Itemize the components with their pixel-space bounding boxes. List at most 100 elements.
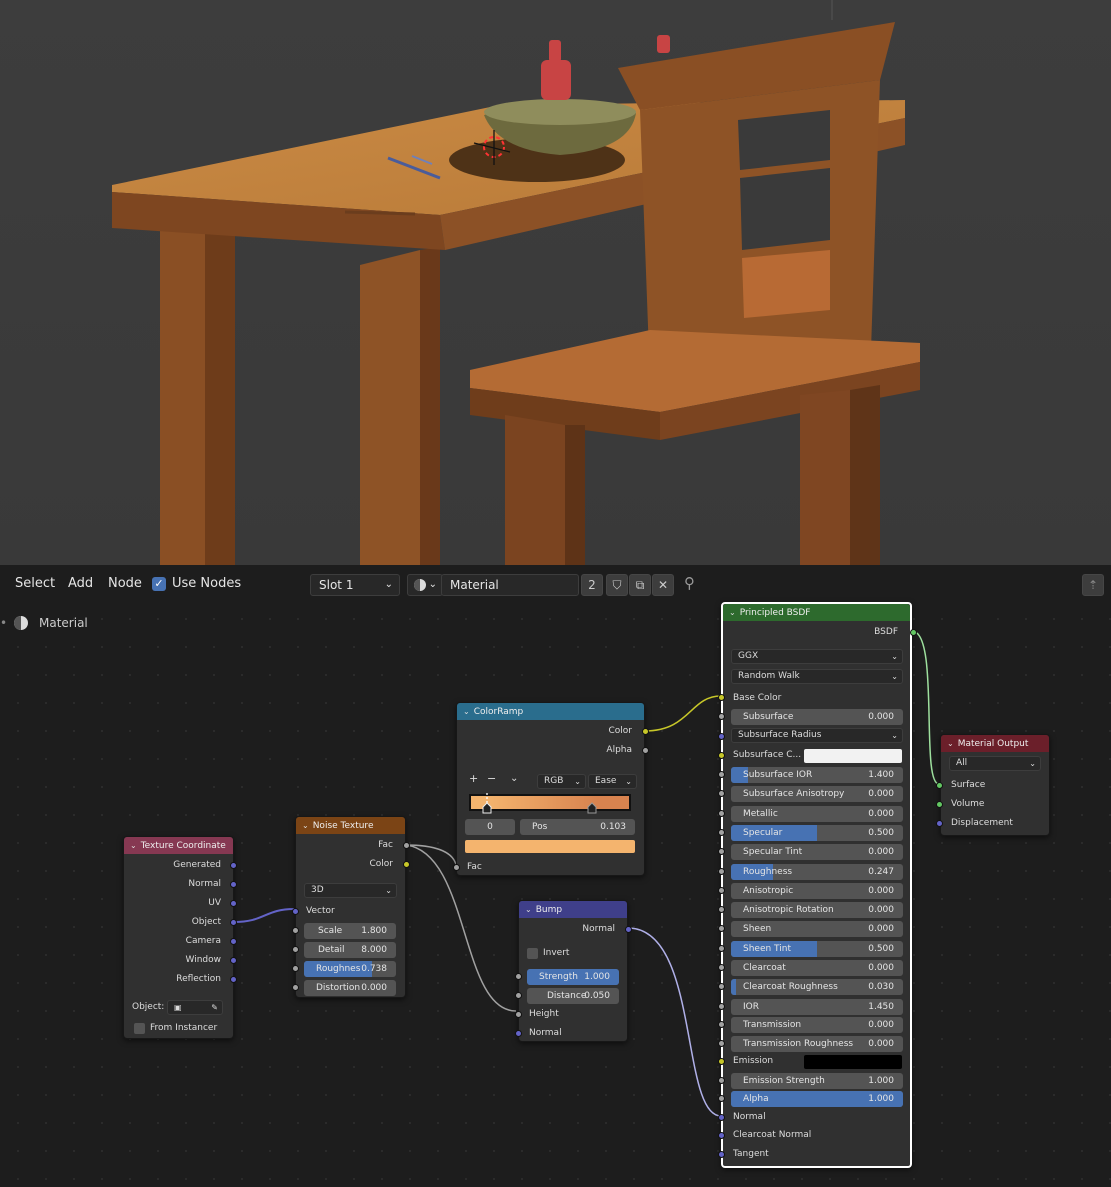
clearcoat-roughness-field[interactable]: Clearcoat Roughness 0.030 — [731, 979, 903, 995]
transmission-roughness-field[interactable]: Transmission Roughness 0.000 — [731, 1036, 903, 1052]
collapse-chevron-icon[interactable]: ⌄ — [130, 837, 137, 854]
node-header[interactable]: ⌄ Principled BSDF — [723, 604, 910, 621]
socket-strength[interactable] — [515, 973, 522, 980]
socket-scale[interactable] — [292, 927, 299, 934]
add-stop-icon[interactable]: + — [469, 771, 478, 787]
distance-field[interactable]: Distance 0.050 — [527, 988, 619, 1004]
bump-node[interactable]: ⌄ Bump Normal Invert Strength 1.000 Distan… — [515, 900, 632, 1042]
socket-height[interactable] — [515, 1011, 522, 1018]
socket-sheen[interactable] — [718, 925, 725, 932]
subsurface-color-swatch[interactable] — [804, 749, 902, 763]
interpolation-dropdown[interactable]: Ease ⌄ — [588, 774, 637, 789]
node-editor-canvas[interactable]: • Material ⌄ Texture Coordinate Generated… — [0, 602, 1111, 1187]
target-dropdown[interactable]: All ⌄ — [949, 756, 1041, 771]
socket-camera[interactable] — [230, 938, 237, 945]
node-header[interactable]: ⌄ Noise Texture — [296, 817, 405, 834]
socket-base-color[interactable] — [718, 694, 725, 701]
socket-color[interactable] — [642, 728, 649, 735]
subsurface-radius-dropdown[interactable]: Subsurface Radius ⌄ — [731, 728, 903, 743]
socket-normal[interactable] — [230, 881, 237, 888]
user-count-badge[interactable]: 2 — [581, 574, 603, 596]
remove-stop-icon[interactable]: − — [487, 771, 496, 787]
socket-vector[interactable] — [292, 908, 299, 915]
fake-user-shield-icon[interactable]: ⛉ — [606, 574, 628, 596]
socket-normal[interactable] — [718, 1114, 725, 1121]
socket-clearcoat[interactable] — [718, 964, 725, 971]
socket-sheen-tint[interactable] — [718, 945, 725, 952]
socket-subsurface-color[interactable] — [718, 752, 725, 759]
transmission-field[interactable]: Transmission 0.000 — [731, 1017, 903, 1033]
socket-transmission-roughness[interactable] — [718, 1040, 725, 1047]
socket-clearcoat-roughness[interactable] — [718, 983, 725, 990]
subsurface-method-dropdown[interactable]: Random Walk ⌄ — [731, 669, 903, 684]
node-header[interactable]: ⌄ Bump — [519, 901, 627, 918]
ior-field[interactable]: IOR 1.450 — [731, 999, 903, 1015]
collapse-chevron-icon[interactable]: ⌄ — [525, 901, 532, 918]
from-instancer-checkbox[interactable] — [134, 1023, 145, 1034]
slot-dropdown[interactable]: Slot 1 ⌄ — [310, 574, 400, 596]
socket-distortion[interactable] — [292, 984, 299, 991]
socket-distance[interactable] — [515, 992, 522, 999]
socket-detail[interactable] — [292, 946, 299, 953]
collapse-chevron-icon[interactable]: ⌄ — [729, 604, 736, 621]
close-icon[interactable]: ✕ — [652, 574, 674, 596]
socket-object[interactable] — [230, 919, 237, 926]
sheen-tint-field[interactable]: Sheen Tint 0.500 — [731, 941, 903, 957]
socket-generated[interactable] — [230, 862, 237, 869]
menu-node[interactable]: Node — [108, 576, 142, 591]
emission-strength-field[interactable]: Emission Strength 1.000 — [731, 1073, 903, 1089]
specular-tint-field[interactable]: Specular Tint 0.000 — [731, 844, 903, 860]
use-nodes-checkbox[interactable]: ✓ — [152, 577, 166, 591]
socket-ior[interactable] — [718, 1003, 725, 1010]
colorramp-node[interactable]: ⌄ ColorRamp Color Alpha + − ⌄ RGB ⌄ Ease ⌄ … — [453, 702, 649, 876]
menu-select[interactable]: Select — [15, 576, 55, 591]
stop-color-swatch[interactable] — [465, 840, 635, 853]
sheen-field[interactable]: Sheen 0.000 — [731, 921, 903, 937]
noise-texture-node[interactable]: ⌄ Noise Texture Fac Color 3D ⌄ Vector Scal… — [292, 816, 410, 998]
pin-icon[interactable]: ⚲ — [684, 574, 695, 592]
socket-window[interactable] — [230, 957, 237, 964]
socket-fac[interactable] — [403, 842, 410, 849]
socket-anisotropic[interactable] — [718, 887, 725, 894]
socket-subsurface-anisotropy[interactable] — [718, 790, 725, 797]
socket-displacement[interactable] — [936, 820, 943, 827]
strength-field[interactable]: Strength 1.000 — [527, 969, 619, 985]
socket-tangent[interactable] — [718, 1151, 725, 1158]
anisotropic-rotation-field[interactable]: Anisotropic Rotation 0.000 — [731, 902, 903, 918]
metallic-field[interactable]: Metallic 0.000 — [731, 806, 903, 822]
node-header[interactable]: ⌄ Texture Coordinate — [124, 837, 233, 854]
principled-bsdf-node[interactable]: ⌄ Principled BSDF BSDF GGX ⌄ Random Walk ⌄ … — [718, 602, 917, 1168]
socket-subsurface-radius[interactable] — [718, 733, 725, 740]
invert-checkbox[interactable] — [527, 948, 538, 959]
roughness-field[interactable]: Roughnes 0.738 — [304, 961, 396, 977]
dimensions-dropdown[interactable]: 3D ⌄ — [304, 883, 397, 898]
socket-alpha[interactable] — [642, 747, 649, 754]
socket-specular-tint[interactable] — [718, 848, 725, 855]
socket-specular[interactable] — [718, 829, 725, 836]
material-browse-button[interactable]: ⌄ — [407, 574, 443, 596]
subsurface-ior-field[interactable]: Subsurface IOR 1.400 — [731, 767, 903, 783]
stop-position-field[interactable]: Pos 0.103 — [520, 819, 635, 835]
material-output-node[interactable]: ⌄ Material Output All ⌄ Surface Volume Dis… — [936, 734, 1050, 836]
distortion-field[interactable]: Distortion 0.000 — [304, 980, 396, 996]
subsurface-field[interactable]: Subsurface 0.000 — [731, 709, 903, 725]
socket-transmission[interactable] — [718, 1021, 725, 1028]
socket-alpha[interactable] — [718, 1095, 725, 1102]
texture-coordinate-node[interactable]: ⌄ Texture Coordinate Generated Normal UV … — [123, 836, 237, 1039]
socket-anisotropic-rotation[interactable] — [718, 906, 725, 913]
collapse-chevron-icon[interactable]: ⌄ — [302, 817, 309, 834]
eyedropper-icon[interactable]: ✎ — [211, 1001, 218, 1014]
specular-field[interactable]: Specular 0.500 — [731, 825, 903, 841]
node-header[interactable]: ⌄ Material Output — [941, 735, 1049, 752]
emission-color-swatch[interactable] — [804, 1055, 902, 1069]
subsurface-anisotropy-field[interactable]: Subsurface Anisotropy 0.000 — [731, 786, 903, 802]
socket-clearcoat-normal[interactable] — [718, 1132, 725, 1139]
socket-emission[interactable] — [718, 1058, 725, 1065]
alpha-field[interactable]: Alpha 1.000 — [731, 1091, 903, 1107]
socket-reflection[interactable] — [230, 976, 237, 983]
anisotropic-field[interactable]: Anisotropic 0.000 — [731, 883, 903, 899]
material-name-field[interactable]: Material — [441, 574, 579, 596]
socket-roughness[interactable] — [718, 868, 725, 875]
duplicate-icon[interactable]: ⧉ — [629, 574, 651, 596]
scale-field[interactable]: Scale 1.800 — [304, 923, 396, 939]
